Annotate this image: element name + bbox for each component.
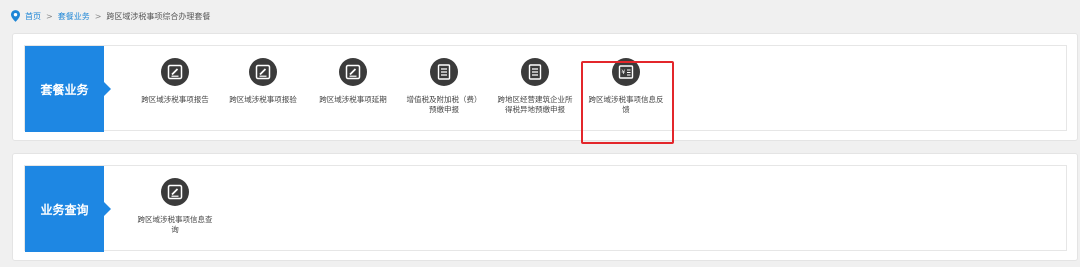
item-vat-prepayment-declaration[interactable]: 增值税及附加税（费）预缴申报 [398, 58, 490, 115]
business-query-tab: 业务查询 [25, 166, 111, 252]
breadcrumb-separator: > [46, 11, 53, 21]
item-label: 跨区域涉税事项延期 [319, 95, 387, 104]
pencil-square-icon [161, 178, 189, 206]
location-pin-icon [11, 10, 20, 22]
business-query-panel: 业务查询 跨区域涉税事项信息查询 [12, 153, 1078, 261]
yen-document-icon: ¥ [612, 58, 640, 86]
breadcrumb-current: 跨区域涉税事项综合办理套餐 [106, 11, 211, 21]
document-list-icon [430, 58, 458, 86]
document-list-icon [521, 58, 549, 86]
item-label: 增值税及附加税（费）预缴申报 [406, 95, 482, 114]
breadcrumb: 首页 > 套餐业务 > 跨区域涉税事项综合办理套餐 [11, 9, 210, 23]
package-services-tab: 套餐业务 [25, 46, 111, 132]
pencil-square-icon [161, 58, 189, 86]
item-cross-region-inspection[interactable]: 跨区域涉税事项报验 [217, 58, 309, 105]
item-cross-region-report[interactable]: 跨区域涉税事项报告 [129, 58, 221, 105]
item-label: 跨区域涉税事项信息查询 [137, 215, 213, 234]
breadcrumb-separator: > [94, 11, 102, 21]
item-cross-region-info-query[interactable]: 跨区域涉税事项信息查询 [129, 178, 221, 235]
pencil-square-icon [339, 58, 367, 86]
breadcrumb-section-link[interactable]: 套餐业务 [58, 11, 90, 22]
item-label: 跨区域涉税事项报告 [141, 95, 209, 104]
package-services-inner: 套餐业务 跨区域涉税事项报告 跨区域涉税事项报验 跨区域涉税事项延期 增值税及附… [24, 45, 1067, 144]
item-cross-region-info-feedback[interactable]: ¥ 跨区域涉税事项信息反馈 [580, 58, 672, 115]
package-services-panel: 套餐业务 跨区域涉税事项报告 跨区域涉税事项报验 跨区域涉税事项延期 增值税及附… [12, 33, 1078, 144]
breadcrumb-home-link[interactable]: 首页 [25, 11, 41, 22]
item-label: 跨地区经营建筑企业所得税异地预缴申报 [497, 95, 573, 114]
item-label: 跨区域涉税事项报验 [229, 95, 297, 104]
item-label: 跨区域涉税事项信息反馈 [588, 95, 664, 114]
business-query-inner: 业务查询 跨区域涉税事项信息查询 [24, 165, 1067, 252]
item-construction-income-tax-prepayment[interactable]: 跨地区经营建筑企业所得税异地预缴申报 [489, 58, 581, 115]
pencil-square-icon [249, 58, 277, 86]
svg-text:¥: ¥ [621, 68, 625, 76]
item-cross-region-extension[interactable]: 跨区域涉税事项延期 [307, 58, 399, 105]
